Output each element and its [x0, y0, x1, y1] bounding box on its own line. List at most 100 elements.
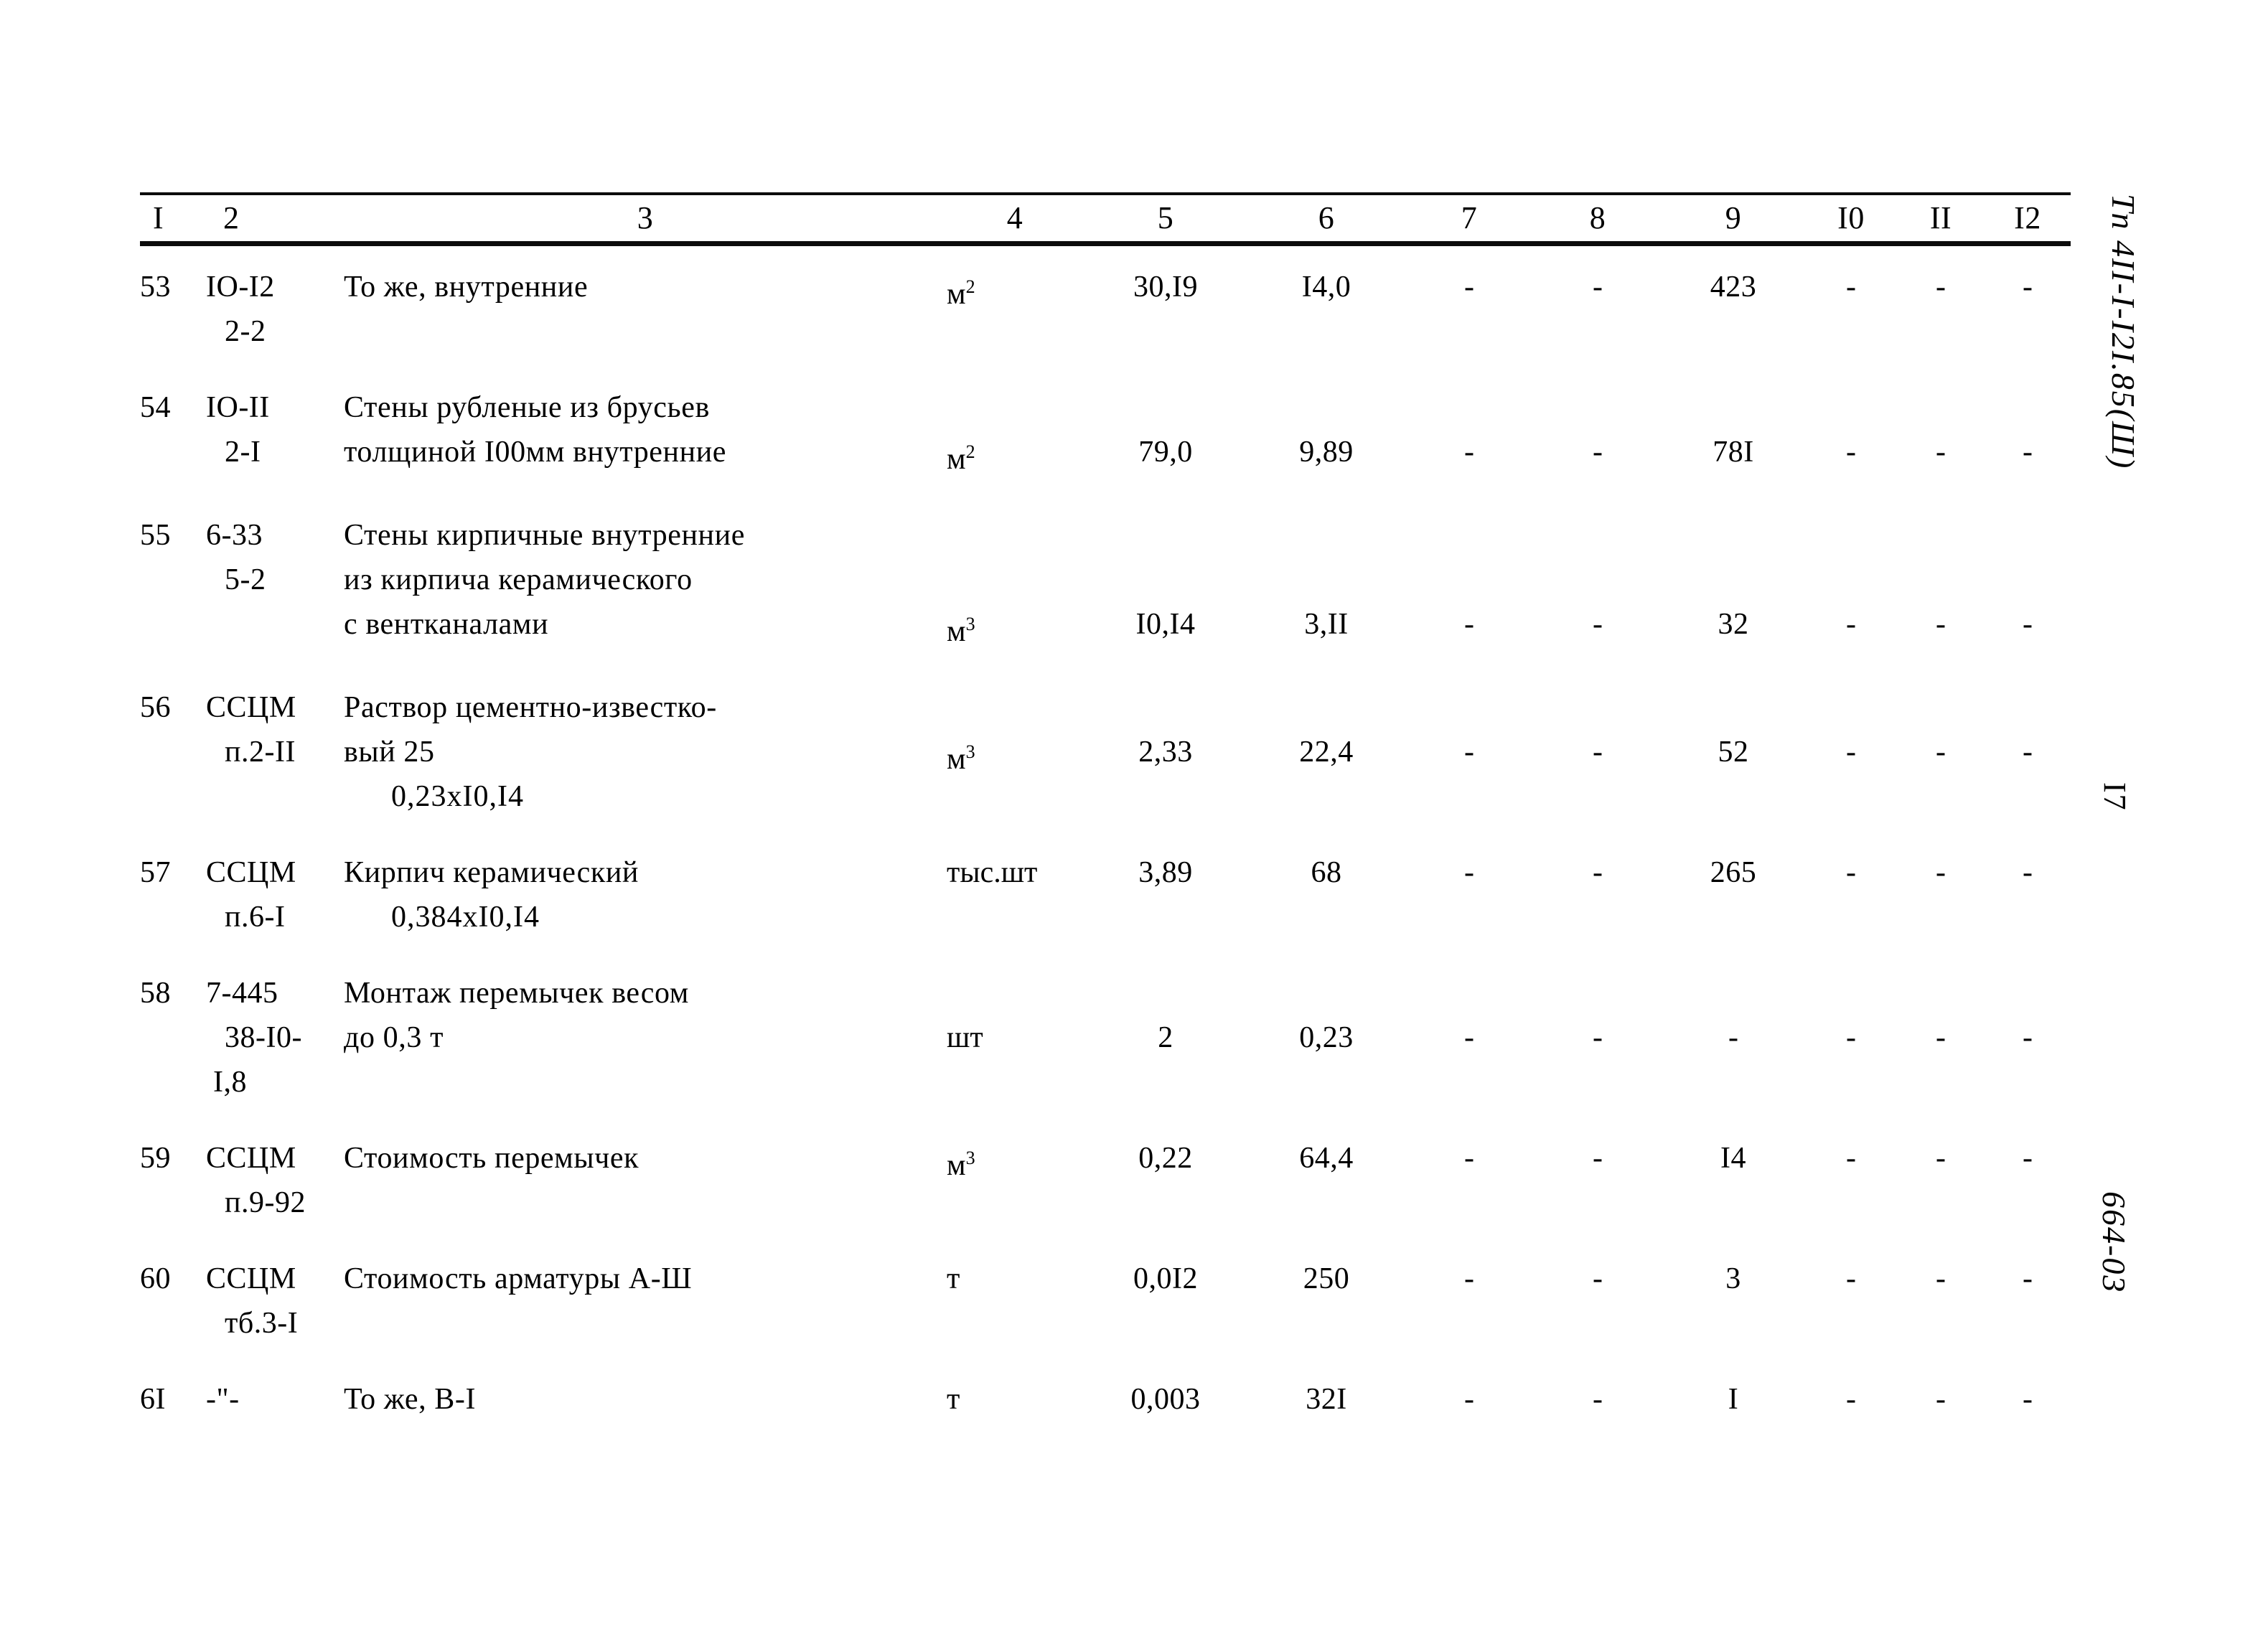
value-col5: 0,22 [1083, 1136, 1248, 1225]
value-text: 9,89 [1299, 436, 1354, 469]
value-col5: 3,89 [1083, 850, 1248, 939]
value-text: 22,4 [1299, 736, 1354, 769]
value-spacer [1405, 685, 1534, 730]
row-code: ССЦМ п.2-II [206, 685, 344, 819]
row-number: 55 [140, 519, 171, 552]
value-text: - [1593, 1262, 1603, 1295]
row-code: ССЦМ тб.3-I [206, 1257, 344, 1346]
row-code-line: тб.3-I [225, 1307, 299, 1340]
value-text: - [1936, 608, 1946, 641]
value-spacer [1662, 513, 1805, 558]
row-code: -"- [206, 1377, 344, 1422]
table-body-grid: 53 IO-I2 2-2 То же, внутренние м2 30,I9 I4,0- -… [140, 246, 2071, 1422]
row-unit: т [947, 1377, 1083, 1422]
value-col10: - [1805, 685, 1897, 819]
value-text: - [1936, 271, 1946, 304]
value-col7: - [1405, 685, 1534, 819]
unit-value: тыс.шт [947, 856, 1038, 889]
row-code: ССЦМ п.9-92 [206, 1136, 344, 1225]
value-text: - [2023, 736, 2033, 769]
row-description-line: Стоимость арматуры А-Ш [344, 1262, 693, 1295]
row-unit: м3 [947, 685, 1083, 819]
value-text: 0,22 [1138, 1142, 1193, 1175]
value-text: - [1464, 608, 1474, 641]
value-col7: - [1405, 513, 1534, 654]
value-col10: - [1805, 513, 1897, 654]
value-col11: - [1897, 971, 1985, 1104]
row-spacer [140, 1225, 2071, 1257]
row-description-line: до 0,3 т [344, 1021, 444, 1054]
value-text: I4 [1720, 1142, 1746, 1175]
margin-series-code: Тп 4II-I-I2I.85(Ш) [2105, 194, 2142, 470]
value-col5: I0,I4 [1083, 513, 1248, 654]
value-col12: - [1985, 513, 2071, 654]
row-description-line: Кирпич керамический [344, 856, 639, 889]
row-number: 6I [140, 1383, 166, 1416]
unit-value: т [947, 1262, 960, 1295]
row-description-line: Раствор цементно-известко- [344, 691, 717, 724]
row-description-line: толщиной I00мм внутренние [344, 436, 727, 469]
value-spacer [1248, 513, 1405, 558]
value-text: - [1936, 736, 1946, 769]
value-text: - [1464, 1262, 1474, 1295]
value-spacer [1083, 385, 1248, 430]
value-col8: - [1534, 1136, 1662, 1225]
row-description: Стоимость перемычек [344, 1136, 947, 1225]
value-spacer [1985, 385, 2071, 430]
row-number: 53 [140, 271, 171, 304]
margin-page-number: I7 [2097, 782, 2132, 812]
value-spacer [1534, 558, 1662, 602]
table-grid: I 2 3 4 5 6 7 8 9 I0 II I2 [140, 195, 2071, 241]
row-description-line: Стены рубленые из брусьев [344, 391, 710, 424]
value-spacer [1534, 513, 1662, 558]
value-spacer [1805, 558, 1897, 602]
unit-spacer [947, 558, 1083, 602]
row-description: Стоимость арматуры А-Ш [344, 1257, 947, 1346]
value-col11: - [1897, 1257, 1985, 1346]
unit-exponent: 2 [965, 441, 975, 462]
value-col11: - [1897, 385, 1985, 482]
column-header-4: 4 [1006, 200, 1023, 235]
value-text: - [1936, 1142, 1946, 1175]
unit-value: м3 [947, 1148, 975, 1182]
row-code-line: ССЦМ [206, 691, 296, 724]
unit-spacer [947, 513, 1083, 558]
value-col12: - [1985, 1377, 2071, 1422]
row-code: IO-II 2-I [206, 385, 344, 482]
value-col8: - [1534, 265, 1662, 354]
row-unit: м2 [947, 385, 1083, 482]
unit-value: м3 [947, 614, 975, 648]
row-code-line: п.9-92 [225, 1186, 306, 1219]
row-description-line: То же, внутренние [344, 271, 589, 304]
row-code: ССЦМ п.6-I [206, 850, 344, 939]
value-text: 0,23 [1299, 1021, 1354, 1054]
value-text: 68 [1311, 856, 1342, 889]
row-code: 6-33 5-2 [206, 513, 344, 654]
row-spacer [140, 654, 2071, 685]
column-header-10: I0 [1837, 200, 1865, 235]
unit-exponent: 3 [965, 1148, 975, 1168]
table-row: 59 ССЦМ п.9-92 Стоимость перемычек м3 0,22 64,… [140, 1136, 2071, 1225]
table-row: 56 ССЦМ п.2-II Раствор цементно-известко-вы… [140, 685, 2071, 819]
value-spacer [1534, 685, 1662, 730]
unit-value: шт [947, 1021, 983, 1054]
row-code: 7-445 38-I0- I,8 [206, 971, 344, 1104]
table-row: 54 IO-II 2-I Стены рубленые из брусьев толщи… [140, 385, 2071, 482]
row-spacer [140, 1104, 2071, 1136]
value-spacer [1985, 685, 2071, 730]
value-text: - [1728, 1021, 1738, 1054]
value-col6: 32I [1248, 1377, 1405, 1422]
value-text: 2 [1158, 1021, 1173, 1054]
value-text: - [2023, 1021, 2033, 1054]
value-text: - [1593, 1142, 1603, 1175]
value-col11: - [1897, 1377, 1985, 1422]
table-row: 55 6-33 5-2 Стены кирпичные внутренние из ки… [140, 513, 2071, 654]
value-col6: 250 [1248, 1257, 1405, 1346]
row-code-line: IO-II [206, 391, 270, 424]
value-text: - [1936, 1383, 1946, 1416]
row-code-line: ССЦМ [206, 856, 296, 889]
value-text: - [1464, 1142, 1474, 1175]
value-spacer [1897, 971, 1985, 1015]
column-header-5: 5 [1157, 200, 1174, 235]
row-description-line: Монтаж перемычек весом [344, 977, 689, 1010]
